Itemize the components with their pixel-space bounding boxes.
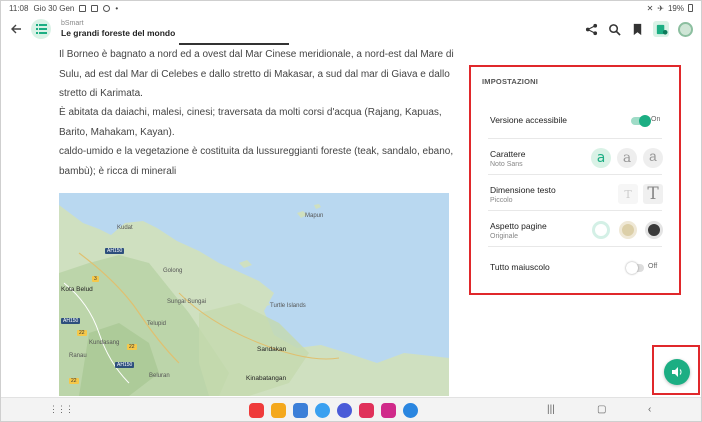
setting-page-theme: Aspetto pagine Originale <box>488 211 663 247</box>
map-label: Golong <box>163 268 183 274</box>
font-option[interactable]: a <box>617 148 637 168</box>
battery-level: 19% <box>667 3 684 13</box>
map-label: Beluran <box>149 373 170 379</box>
book-title: Le grandi foreste del mondo <box>61 28 176 38</box>
map-label: Sandakan <box>257 346 287 353</box>
status-time: 11:08 <box>9 3 29 13</box>
road-number: 22 <box>69 378 79 384</box>
paragraph: Il Borneo è bagnato a nord ed a ovest da… <box>59 49 454 99</box>
setting-label: Aspetto pagine <box>490 221 547 231</box>
airplane-icon: ✈ <box>657 3 664 13</box>
road-number: 22 <box>127 344 137 350</box>
app-drawer-icon[interactable]: ⋮⋮⋮ <box>49 404 74 415</box>
setting-label: Tutto maiuscolo <box>490 262 550 272</box>
toggle-state: Off <box>648 263 658 270</box>
setting-text-size: Dimensione testo Piccolo T T <box>488 175 663 211</box>
map-label: Kota Belud <box>61 286 93 293</box>
setting-label: Carattere <box>490 149 526 159</box>
theme-original[interactable] <box>592 221 610 239</box>
setting-uppercase[interactable]: Tutto maiuscolo Off <box>488 247 662 283</box>
map-label: Turtle Islands <box>270 303 306 309</box>
bookmark-icon[interactable] <box>630 22 644 36</box>
reader-settings-icon[interactable] <box>653 21 669 37</box>
home-button[interactable]: ▢ <box>597 404 606 415</box>
font-option[interactable]: a <box>643 148 663 168</box>
app-1[interactable] <box>249 403 264 418</box>
road-number: 3 <box>92 276 99 282</box>
paragraph: caldo-umido e la vegetazione è costituit… <box>59 146 454 177</box>
app-3[interactable] <box>293 403 308 418</box>
map-label: Ranau <box>69 353 87 359</box>
audio-highlight <box>652 345 700 395</box>
tablet-screen: 11:08 Gio 30 Gen • ✕ ✈ 19% bSmart Le gra… <box>0 0 702 422</box>
uppercase-toggle[interactable] <box>626 262 644 274</box>
road-shield: AH150 <box>61 318 81 324</box>
recents-button[interactable]: ||| <box>547 404 555 415</box>
road-shield: AH150 <box>105 248 125 254</box>
notification-icon <box>91 4 99 12</box>
title-block: bSmart Le grandi foreste del mondo <box>61 20 175 38</box>
text-size-large[interactable]: T <box>643 184 663 204</box>
status-bar: 11:08 Gio 30 Gen • ✕ ✈ 19% <box>1 1 701 15</box>
setting-value: Noto Sans <box>490 161 523 168</box>
map-image: Kudat Mapun Kota Belud Golong Sungai Sun… <box>59 193 449 396</box>
setting-label: Dimensione testo <box>490 185 556 195</box>
toc-icon[interactable] <box>31 19 51 39</box>
avatar[interactable] <box>678 21 693 37</box>
map-label: Mapun <box>305 213 324 219</box>
map-label: Telupid <box>147 321 167 327</box>
app-header: bSmart Le grandi foreste del mondo <box>1 15 701 43</box>
setting-value: Originale <box>490 233 519 240</box>
font-option-selected[interactable]: a <box>591 148 611 168</box>
app-4[interactable] <box>315 403 330 418</box>
app-2[interactable] <box>271 403 286 418</box>
app-dock <box>249 403 418 418</box>
back-button[interactable]: ‹ <box>648 404 651 415</box>
settings-heading: IMPOSTAZIONI <box>482 77 539 86</box>
map-label: Kudat <box>117 225 133 231</box>
notification-icon <box>79 4 87 12</box>
share-icon[interactable] <box>584 22 598 36</box>
setting-value: Piccolo <box>490 197 513 204</box>
setting-font: Carattere Noto Sans a a a <box>488 139 663 175</box>
map-label: Kundasang <box>89 340 120 346</box>
notification-icon <box>103 4 111 12</box>
more-notifications-icon: • <box>115 3 119 13</box>
speaker-icon[interactable] <box>664 359 690 385</box>
road-shield: AH150 <box>115 362 135 368</box>
search-icon[interactable] <box>607 22 621 36</box>
theme-sepia[interactable] <box>619 221 637 239</box>
app-8[interactable] <box>403 403 418 418</box>
accessible-version-toggle[interactable] <box>631 115 651 127</box>
setting-label: Versione accessibile <box>490 115 568 125</box>
setting-accessible-version[interactable]: Versione accessibile On <box>488 99 662 139</box>
map-label: Sungai Sungai <box>167 299 207 305</box>
app-name: bSmart <box>61 20 84 27</box>
battery-icon <box>688 4 693 12</box>
theme-dark[interactable] <box>645 221 663 239</box>
app-7[interactable] <box>381 403 396 418</box>
paragraph: È abitata da daiachi, malesi, cinesi; tr… <box>59 107 442 138</box>
app-5[interactable] <box>337 403 352 418</box>
toggle-state: On <box>651 116 661 123</box>
mute-icon: ✕ <box>646 3 654 13</box>
road-number: 22 <box>77 330 87 336</box>
back-arrow-icon[interactable] <box>5 18 27 40</box>
text-size-small[interactable]: T <box>618 184 638 204</box>
system-nav-bar: ⋮⋮⋮ ||| ▢ ‹ <box>1 397 701 421</box>
settings-panel: IMPOSTAZIONI Versione accessibile On Car… <box>469 65 681 295</box>
map-label: Kinabatangan <box>246 375 287 382</box>
app-6[interactable] <box>359 403 374 418</box>
status-date: Gio 30 Gen <box>33 3 75 13</box>
